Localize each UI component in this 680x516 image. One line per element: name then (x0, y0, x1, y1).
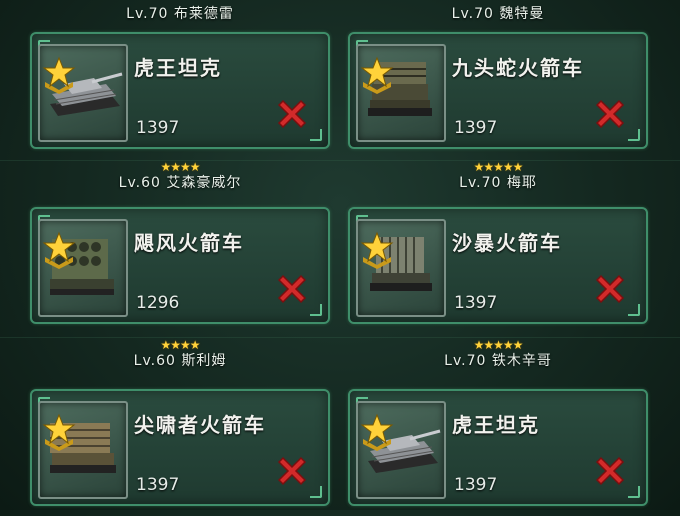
commander-header: ★★★★★ Lv.70 梅耶 (348, 161, 648, 191)
tank-power: 1397 (454, 118, 498, 138)
tank-power: 1397 (136, 118, 180, 138)
tank-power: 1397 (454, 293, 498, 313)
slot-row1-left: Lv.70 布莱德雷 虎王坦克 1397 (30, 0, 330, 169)
commander-name: Lv.70 梅耶 (459, 175, 537, 191)
remove-x-icon[interactable] (592, 96, 628, 132)
commander-name: Lv.70 布莱德雷 (126, 6, 234, 22)
slot-row3-left: ★★★★ Lv.60 斯利姆 尖啸者火箭车 1397 (30, 339, 330, 516)
rank-star-icon (360, 56, 394, 94)
tank-power: 1296 (136, 293, 180, 313)
tank-power: 1397 (136, 475, 180, 495)
tank-portrait[interactable] (356, 219, 446, 317)
rank-star-icon (360, 231, 394, 269)
tank-portrait[interactable] (38, 219, 128, 317)
tank-portrait[interactable] (38, 44, 128, 142)
slot-row3-right: ★★★★★ Lv.70 铁木辛哥 虎王坦克 1397 (348, 339, 648, 516)
tank-portrait[interactable] (38, 401, 128, 499)
tank-card[interactable]: 九头蛇火箭车 1397 (348, 32, 648, 149)
remove-x-icon[interactable] (592, 453, 628, 489)
commander-header: Lv.70 魏特曼 (348, 0, 648, 22)
tank-card[interactable]: 虎王坦克 1397 (348, 389, 648, 506)
tank-portrait[interactable] (356, 401, 446, 499)
tank-name: 虎王坦克 (452, 413, 540, 437)
remove-x-icon[interactable] (274, 453, 310, 489)
tank-power: 1397 (454, 475, 498, 495)
rank-star-icon (42, 231, 76, 269)
tank-name: 九头蛇火箭车 (452, 56, 584, 80)
slot-row2-right: ★★★★★ Lv.70 梅耶 沙暴火箭车 1397 (348, 161, 648, 338)
tank-name: 沙暴火箭车 (452, 231, 562, 255)
rank-star-icon (360, 413, 394, 451)
tank-card[interactable]: 尖啸者火箭车 1397 (30, 389, 330, 506)
remove-x-icon[interactable] (274, 96, 310, 132)
remove-x-icon[interactable] (592, 271, 628, 307)
commander-header: ★★★★ Lv.60 斯利姆 (30, 339, 330, 369)
commander-header: Lv.70 布莱德雷 (30, 0, 330, 22)
tank-card[interactable]: 沙暴火箭车 1397 (348, 207, 648, 324)
remove-x-icon[interactable] (274, 271, 310, 307)
commander-header: ★★★★★ Lv.70 铁木辛哥 (348, 339, 648, 369)
tank-name: 虎王坦克 (134, 56, 222, 80)
commander-name: Lv.60 斯利姆 (133, 353, 227, 369)
tank-portrait[interactable] (356, 44, 446, 142)
slot-row1-right: Lv.70 魏特曼 九头蛇火箭车 1397 (348, 0, 648, 169)
rank-star-icon (42, 56, 76, 94)
commander-header: ★★★★ Lv.60 艾森豪威尔 (30, 161, 330, 191)
rank-star-icon (42, 413, 76, 451)
tank-card[interactable]: 飓风火箭车 1296 (30, 207, 330, 324)
slot-row2-left: ★★★★ Lv.60 艾森豪威尔 飓风火箭车 1296 (30, 161, 330, 338)
tank-card[interactable]: 虎王坦克 1397 (30, 32, 330, 149)
commander-name: Lv.60 艾森豪威尔 (118, 175, 242, 191)
tank-name: 尖啸者火箭车 (134, 413, 266, 437)
tank-name: 飓风火箭车 (134, 231, 244, 255)
commander-name: Lv.70 铁木辛哥 (444, 353, 552, 369)
commander-name: Lv.70 魏特曼 (451, 6, 545, 22)
